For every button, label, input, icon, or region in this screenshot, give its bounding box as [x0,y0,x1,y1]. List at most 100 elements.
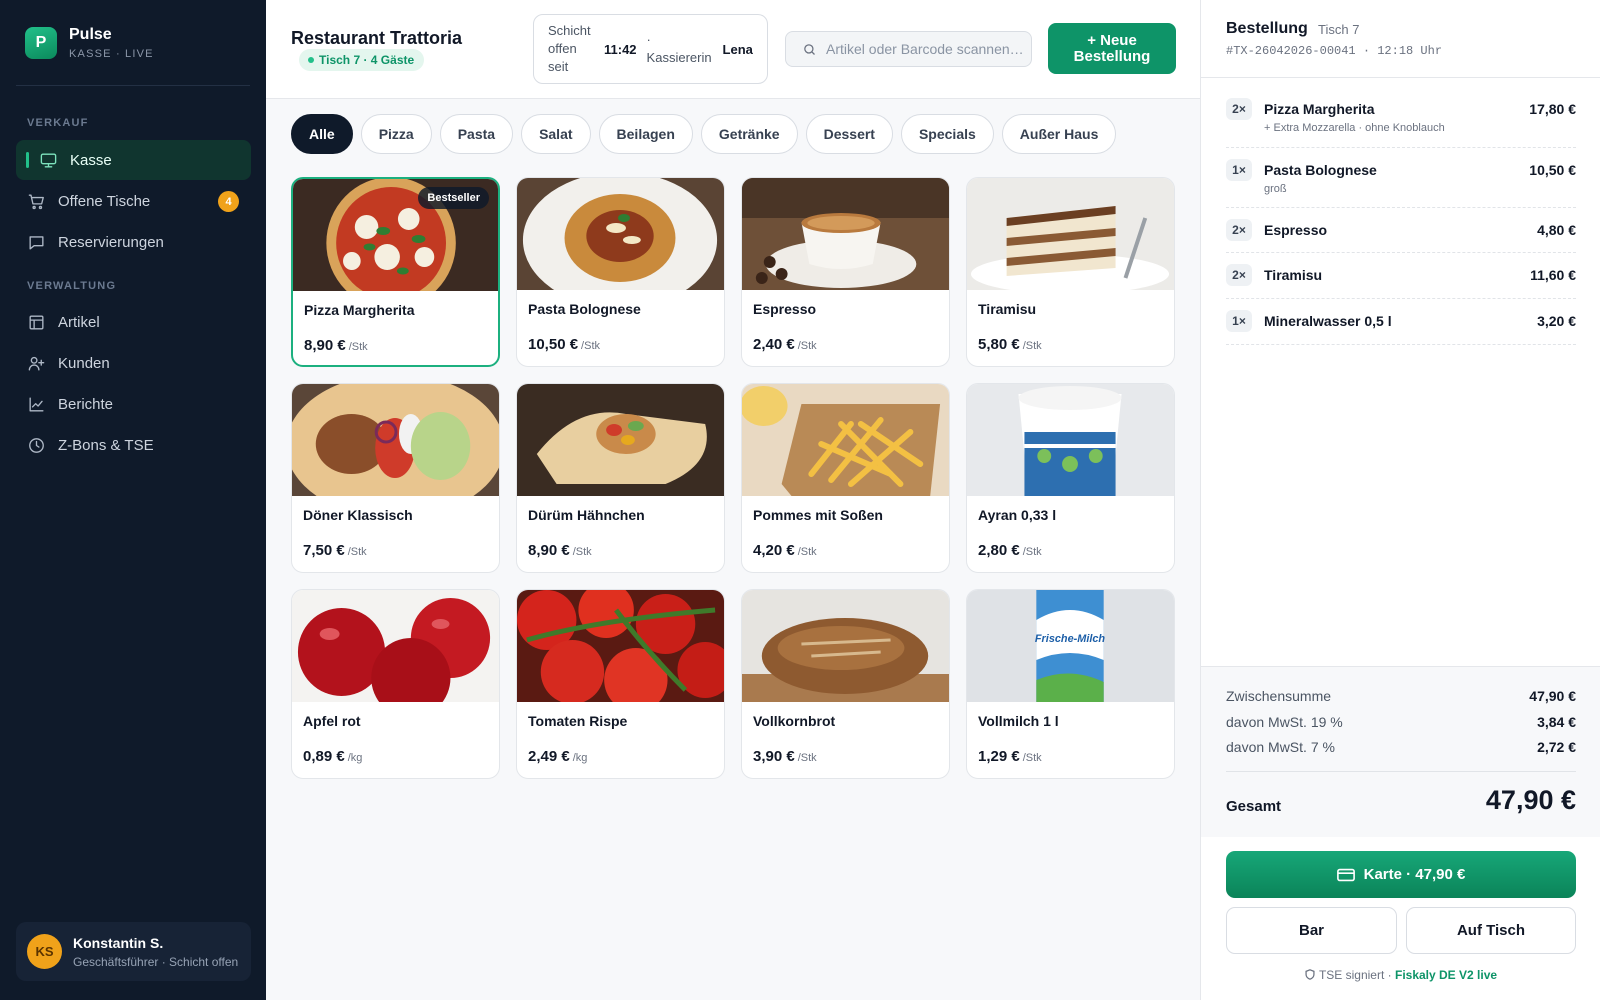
product-card[interactable]: Tomaten Rispe 2,49 €/kg [516,589,725,779]
item-qty[interactable]: 2× [1226,98,1252,120]
category-tab-pizza[interactable]: Pizza [360,114,432,154]
user-plus-icon [26,353,46,373]
user-card[interactable]: KS Konstantin S. Geschäftsführer · Schic… [16,922,251,981]
product-image-tiramisu [967,178,1174,290]
product-name: Tiramisu [978,301,1037,317]
item-qty[interactable]: 2× [1226,219,1252,241]
sidebar-item-z-bons-tse[interactable]: Z-Bons & TSE [16,425,251,465]
product-card[interactable]: Pasta Bolognese 10,50 €/Stk [516,177,725,367]
order-panel: Bestellung Tisch 7 #TX-26042026-00041 · … [1200,0,1600,1000]
total-label: Gesamt [1226,798,1282,815]
product-name: Dürüm Hähnchen [528,507,645,523]
divider [1226,771,1576,772]
sidebar-item-kasse[interactable]: Kasse [16,140,251,180]
category-tab-dessert[interactable]: Dessert [805,114,893,154]
subtotal-row: Zwischensumme 47,90 € [1226,688,1576,704]
product-price: 10,50 €/Stk [528,336,600,353]
product-card[interactable]: Dürüm Hähnchen 8,90 €/Stk [516,383,725,573]
sidebar-item-offene-tische[interactable]: Offene Tische 4 [16,181,251,221]
product-card[interactable]: Döner Klassisch 7,50 €/Stk [291,383,500,573]
shift-label: Schicht offen seit [548,23,591,74]
order-item[interactable]: 2× Tiramisu 11,60 € [1226,253,1576,299]
order-item[interactable]: 1× Pasta Bolognese groß 10,50 € [1226,148,1576,208]
product-card[interactable]: Frische-Milch Vollmilch 1 l 1,29 €/Stk [966,589,1175,779]
chat-icon [26,232,46,252]
order-item[interactable]: 1× Mineralwasser 0,5 l 3,20 € [1226,299,1576,345]
divider [1201,77,1600,78]
new-order-button[interactable]: + Neue Bestellung [1048,23,1176,74]
header: Restaurant Trattoria Tisch 7 · 4 Gäste S… [266,0,1200,99]
item-qty[interactable]: 2× [1226,264,1252,286]
order-item[interactable]: 2× Pizza Margherita + Extra Mozzarella ·… [1226,87,1576,148]
product-price: 4,20 €/Stk [753,542,817,559]
user-name: Konstantin S. [73,934,164,951]
category-tabs: Alle Pizza Pasta Salat Beilagen Getränke… [291,114,1117,154]
item-price: 10,50 € [1529,162,1576,178]
product-image-ayran [967,384,1174,496]
item-qty[interactable]: 1× [1226,310,1252,332]
product-card[interactable]: Tiramisu 5,80 €/Stk [966,177,1175,367]
product-name: Pommes mit Soßen [753,507,883,523]
product-image-milk: Frische-Milch [967,590,1174,702]
sidebar-item-kunden[interactable]: Kunden [16,343,251,383]
brand-name: Pulse [69,26,112,43]
pay-on-table-button[interactable]: Auf Tisch [1406,907,1576,954]
product-card[interactable]: Bestseller Pizza Margherita 8,90 €/Stk [291,177,500,367]
sidebar-item-label: Kasse [70,151,112,169]
product-card[interactable]: Pommes mit Soßen 4,20 €/Stk [741,383,950,573]
product-grid: Bestseller Pizza Margherita 8,90 €/Stk P… [291,177,1175,779]
item-note: groß [1264,183,1287,195]
category-tab-specials[interactable]: Specials [900,114,994,154]
sidebar-item-berichte[interactable]: Berichte [16,384,251,424]
category-tab-pasta[interactable]: Pasta [439,114,514,154]
order-item[interactable]: 2× Espresso 4,80 € [1226,208,1576,253]
order-items: 2× Pizza Margherita + Extra Mozzarella ·… [1226,87,1576,345]
product-name: Pizza Margherita [304,302,415,318]
open-tables-badge: 4 [218,191,239,212]
order-id: #TX-26042026-00041 · 12:18 Uhr [1226,44,1443,58]
product-price: 8,90 €/Stk [528,542,592,559]
category-tab-ausser-haus[interactable]: Außer Haus [1001,114,1117,154]
category-tab-getraenke[interactable]: Getränke [700,114,798,154]
sidebar-item-artikel[interactable]: Artikel [16,302,251,342]
category-tab-alle[interactable]: Alle [291,114,353,154]
pay-card-button[interactable]: Karte · 47,90 € [1226,851,1576,898]
product-price: 1,29 €/Stk [978,748,1042,765]
sidebar-item-label: Reservierungen [58,233,164,251]
svg-text:Frische-Milch: Frische-Milch [1035,633,1105,645]
sidebar-item-reservierungen[interactable]: Reservierungen [16,222,251,262]
shift-info: Schicht offen seit 11:42 · Kassiererin L… [533,14,768,84]
sidebar-item-label: Kunden [58,354,110,372]
credit-card-icon [1336,868,1355,881]
item-name: Tiramisu [1264,267,1323,283]
chart-icon [26,394,46,414]
category-tab-salat[interactable]: Salat [521,114,591,154]
item-name: Mineralwasser 0,5 l [1264,313,1392,329]
product-name: Vollkornbrot [753,713,836,729]
product-name: Tomaten Rispe [528,713,628,729]
restaurant-title: Restaurant Trattoria [291,28,463,48]
search-input[interactable] [826,41,1031,57]
product-card[interactable]: Espresso 2,40 €/Stk [741,177,950,367]
item-qty[interactable]: 1× [1226,159,1252,181]
cart-icon [26,191,46,211]
pay-cash-button[interactable]: Bar [1226,907,1397,954]
brand-logo: P [25,27,57,59]
search-icon [804,43,815,55]
tse-status: TSE signiert · Fiskaly DE V2 live [1201,968,1600,982]
category-tab-beilagen[interactable]: Beilagen [598,114,693,154]
brand[interactable]: P Pulse KASSE · LIVE [25,26,154,60]
product-price: 2,49 €/kg [528,748,588,765]
bestseller-badge: Bestseller [418,187,489,209]
product-card[interactable]: Vollkornbrot 3,90 €/Stk [741,589,950,779]
cashier-label: · Kassiererin [646,32,712,65]
product-name: Apfel rot [303,713,361,729]
product-card[interactable]: Ayran 0,33 l 2,80 €/Stk [966,383,1175,573]
shift-time: 11:42 [604,41,637,57]
layout-icon [26,312,46,332]
user-role: Geschäftsführer · Schicht offen [73,954,239,969]
product-image-fries [742,384,949,496]
search-box[interactable] [785,31,1032,67]
item-price: 4,80 € [1537,222,1576,238]
product-card[interactable]: Apfel rot 0,89 €/kg [291,589,500,779]
